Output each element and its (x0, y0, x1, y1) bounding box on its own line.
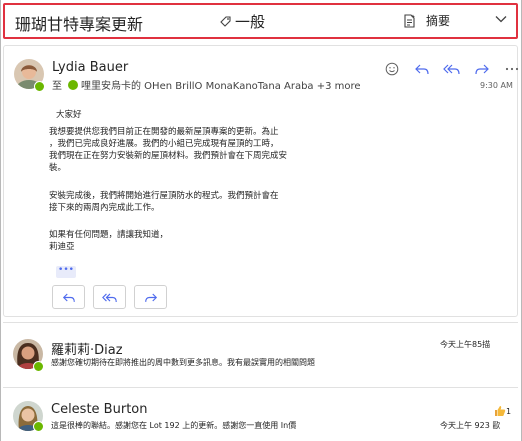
category-label: 一般 (235, 13, 266, 31)
reaction-summary[interactable]: 1 (494, 405, 511, 417)
message-time: 9:30 AM (480, 81, 513, 90)
expanded-message[interactable]: Lydia Bauer 至 哩里安烏卡的 OHen BrillO MonaKan… (3, 45, 519, 317)
reply-all-button[interactable] (93, 285, 126, 309)
recipient-presence-icon (68, 79, 78, 90)
reply-all-icon[interactable] (442, 59, 462, 79)
collapsed-message[interactable]: Celeste Burton 1 這是很棒的聯結。感謝您在 Lot 192 上的… (3, 387, 518, 441)
show-more-button[interactable]: ••• (56, 266, 76, 278)
reply-icon (62, 293, 75, 302)
body-line: 裝。 (49, 163, 67, 173)
body-greeting: 大家好 (56, 110, 82, 120)
sender-name[interactable]: Lydia Bauer (52, 60, 128, 75)
forward-button[interactable] (134, 285, 167, 309)
thumbs-up-icon (495, 406, 506, 416)
body-line: 安裝完成後，我們將開始進行屋頂防水的程式。我們預計會在 (49, 191, 279, 201)
tag-icon (220, 16, 231, 27)
emoji-react-icon[interactable] (382, 59, 402, 79)
to-label: 至 (52, 81, 62, 92)
reply-button[interactable] (52, 285, 85, 309)
recipients-list[interactable]: 哩里安烏卡的 OHen BrillO MonaKanoTana Araba +3… (81, 77, 361, 92)
summary-button[interactable]: 摘要 (403, 12, 450, 29)
presence-available-icon (33, 421, 44, 432)
body-signature: 莉迪亞 (49, 242, 75, 252)
recipients-line: 至 哩里安烏卡的 OHen BrillO MonaKanoTana Araba … (52, 77, 361, 92)
message-actions (382, 59, 522, 79)
sender-name[interactable]: Celeste Burton (51, 402, 147, 417)
body-line: 我們現在正在努力安裝新的屋頂材料。我們預計會在下周完成安 (49, 151, 288, 161)
category-tag[interactable]: 一般 (219, 11, 265, 32)
summary-label: 摘要 (426, 14, 451, 28)
forward-icon (144, 293, 157, 302)
body-line: 如果有任何問題，請讓我知道， (49, 230, 169, 240)
message-time: 今天上午 923 歐 (440, 421, 501, 430)
message-time: 今天上午85描 (440, 340, 491, 349)
window-border-left (0, 0, 1, 441)
reaction-count: 1 (506, 406, 512, 416)
chevron-down-icon[interactable] (495, 14, 507, 24)
conversation-title: 珊瑚甘特專案更新 (15, 15, 144, 34)
conversation-header: 珊瑚甘特專案更新 一般 摘要 (3, 3, 518, 39)
message-preview: 感謝您確切期待在即將推出的周中數到更多訊息。我有最誤實用的相關問題 (51, 358, 315, 367)
forward-icon[interactable] (472, 59, 492, 79)
body-line: 我想要提供您我們目前正在開發的最新屋頂專案的更新。為止 (49, 127, 279, 137)
sender-name[interactable]: 羅莉莉·Diaz (51, 339, 123, 358)
body-line: ，我們已完成良好進展。我們的小組已完成現有屋頂的工時， (49, 139, 279, 149)
presence-available-icon (33, 361, 44, 372)
body-line: 接下來的兩周內完成此工作。 (49, 203, 160, 213)
quick-reply-buttons (52, 285, 167, 309)
more-options-icon[interactable] (502, 59, 522, 79)
collapsed-message[interactable]: 羅莉莉·Diaz 今天上午85描 感謝您確切期待在即將推出的周中數到更多訊息。我… (3, 322, 518, 382)
presence-available-icon (34, 81, 45, 92)
reply-all-icon (101, 293, 117, 302)
summary-icon (404, 13, 415, 28)
reply-icon[interactable] (412, 59, 432, 79)
message-preview: 這是很棒的聯結。感謝您在 Lot 192 上的更新。感謝您一直使用 In價 (51, 421, 297, 430)
